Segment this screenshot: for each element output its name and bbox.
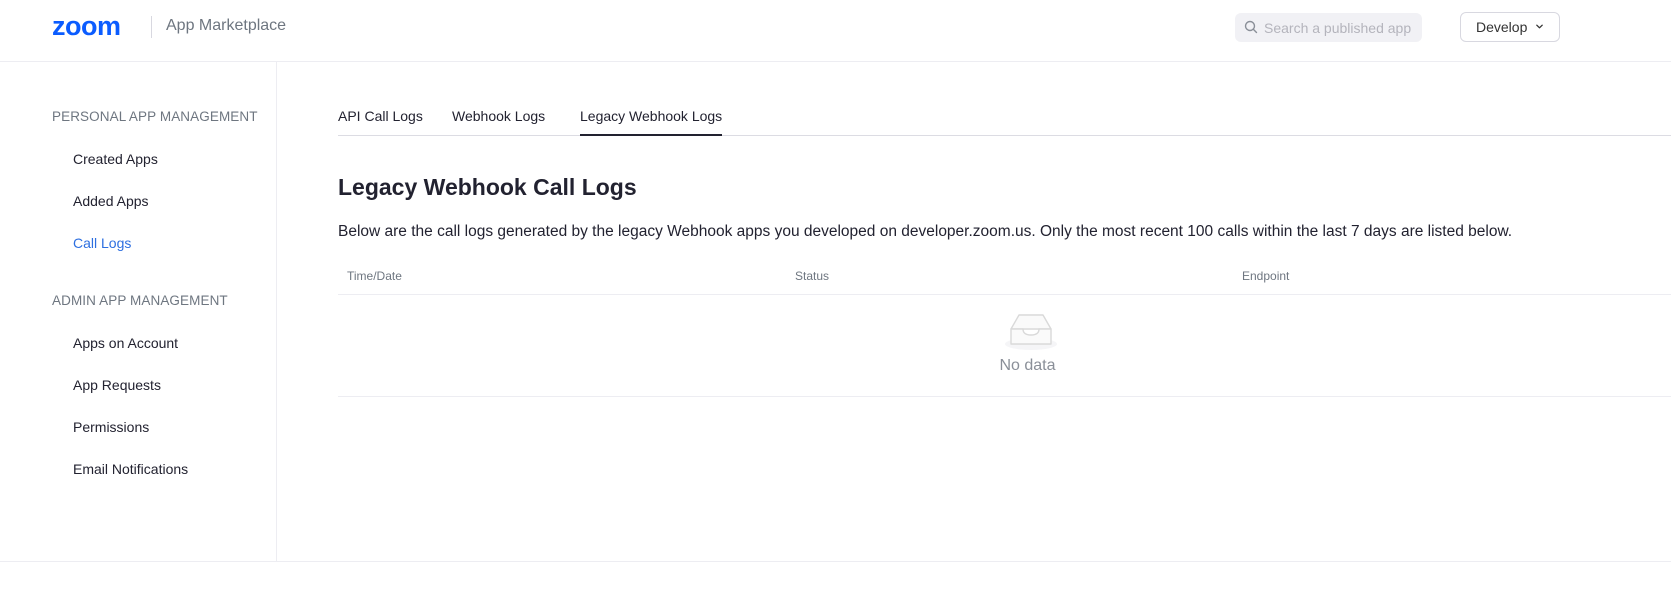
sidebar: PERSONAL APP MANAGEMENT Created Apps Add… [0,62,277,562]
footer-divider [0,561,1671,562]
sidebar-item-permissions[interactable]: Permissions [73,419,149,435]
empty-state: No data [338,295,1671,397]
tab-webhook-logs[interactable]: Webhook Logs [452,108,545,136]
column-header-time-date: Time/Date [347,269,402,283]
sidebar-item-call-logs[interactable]: Call Logs [73,235,131,251]
sidebar-item-added-apps[interactable]: Added Apps [73,193,149,209]
top-bar: zoom App Marketplace Develop [0,0,1671,62]
header-divider [151,16,152,38]
search-input[interactable] [1264,13,1414,42]
app-title: App Marketplace [166,17,287,34]
search-box[interactable] [1235,13,1422,42]
search-icon [1244,20,1258,34]
column-header-endpoint: Endpoint [1242,269,1290,283]
column-header-status: Status [795,269,830,283]
develop-label: Develop [1476,19,1528,35]
sidebar-item-apps-on-account[interactable]: Apps on Account [73,335,178,351]
log-tabs: API Call Logs Webhook Logs Legacy Webhoo… [338,100,1671,136]
admin-app-management-heading: ADMIN APP MANAGEMENT [52,293,228,308]
tab-legacy-webhook-logs[interactable]: Legacy Webhook Logs [580,108,723,136]
page-description: Below are the call logs generated by the… [338,223,1513,240]
table-header: Time/Date Status Endpoint [338,258,1671,295]
sidebar-item-email-notifications[interactable]: Email Notifications [73,461,188,477]
sidebar-item-app-requests[interactable]: App Requests [73,377,161,393]
no-data-text: No data [999,357,1056,374]
personal-app-management-heading: PERSONAL APP MANAGEMENT [52,109,258,124]
develop-dropdown-button[interactable]: Develop [1460,12,1560,42]
zoom-logo[interactable]: zoom [52,14,138,40]
sidebar-item-created-apps[interactable]: Created Apps [73,151,158,167]
inbox-icon [1005,314,1057,350]
page-title: Legacy Webhook Call Logs [338,174,637,200]
svg-text:zoom: zoom [52,14,121,40]
tab-api-call-logs[interactable]: API Call Logs [338,108,423,136]
chevron-down-icon [1536,24,1543,29]
